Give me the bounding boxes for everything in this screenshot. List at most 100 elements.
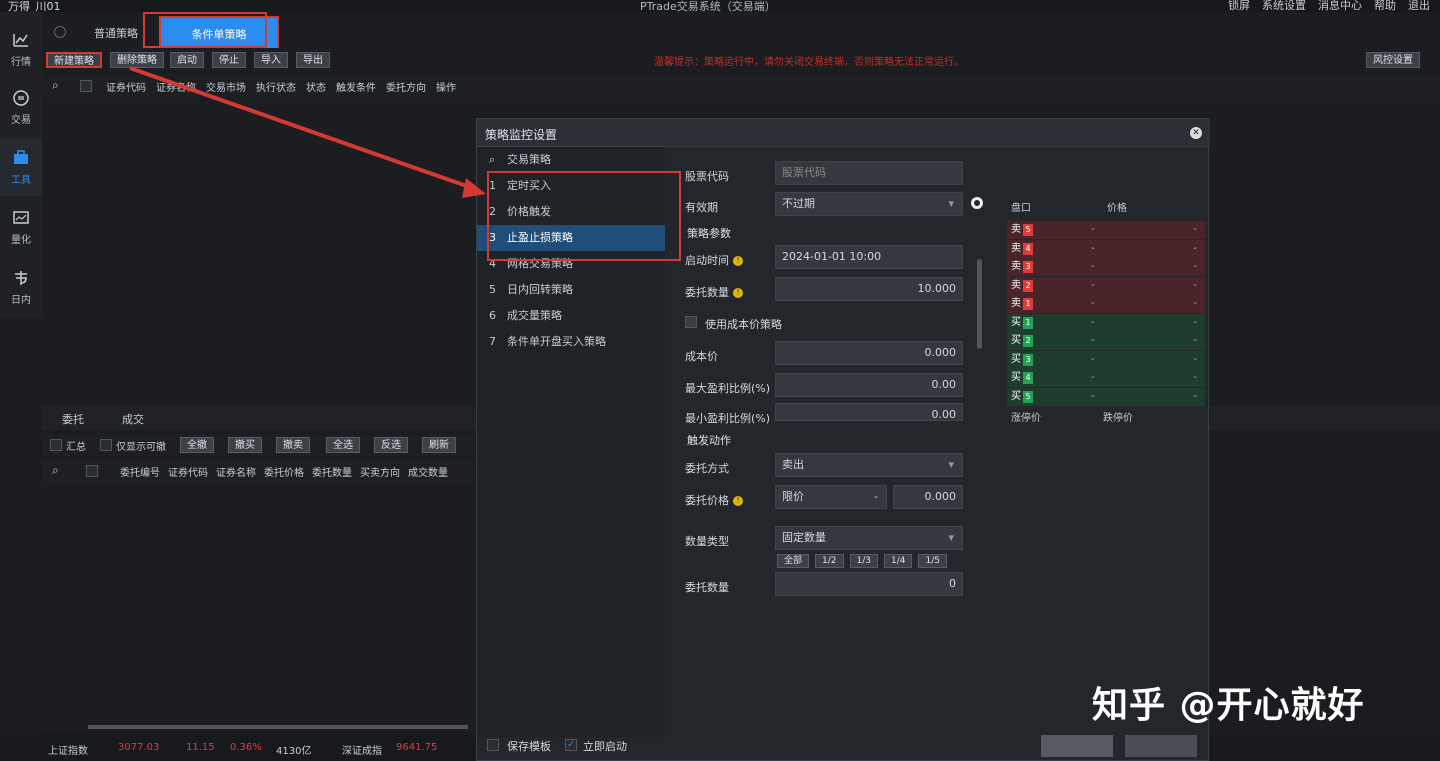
col-market[interactable]: 交易市场 [206,79,246,94]
qty-fifth-button[interactable]: 1/5 [918,554,947,568]
ob-volume: - [1193,390,1197,402]
select-all-checkbox[interactable] [80,80,92,92]
strategy-item-7[interactable]: 7 条件单开盘买入策略 [477,329,665,355]
col-stock-name[interactable]: 证券名称 [156,79,196,94]
select-all-button[interactable]: 全选 [326,437,360,453]
qty-type-select[interactable]: 固定数量 [775,526,963,550]
amount-input[interactable]: 10.000 [775,277,963,301]
max-ratio-input[interactable]: 0.00 [775,373,963,397]
new-strategy-button[interactable]: 新建策略 [46,52,102,68]
qty-all-button[interactable]: 全部 [777,554,810,568]
ob-row[interactable]: 卖2 - - [1007,276,1205,295]
col-action[interactable]: 操作 [436,79,456,94]
nav-item-quant[interactable]: 量化 [0,198,42,256]
start-time-input[interactable]: 2024-01-01 10:00 [775,245,963,269]
ob-row[interactable]: 买4 - - [1007,369,1205,387]
cancel-buy-button[interactable]: 撤买 [228,437,262,453]
ob-level-badge: 1 [1023,298,1033,310]
cancel-all-button[interactable]: 全撤 [180,437,214,453]
nav-item-tools[interactable]: 工具 [0,138,42,196]
col-order-price[interactable]: 委托价格 [264,464,304,479]
export-button[interactable]: 导出 [296,52,330,68]
qty-half-button[interactable]: 1/2 [815,554,844,568]
ob-row[interactable]: 买1 - - [1007,313,1205,332]
ob-row[interactable]: 买3 - - [1007,350,1205,369]
col-filled-qty[interactable]: 成交数量 [408,464,448,479]
info-icon[interactable]: ! [733,496,743,506]
ob-side: 卖 [1011,298,1021,309]
start-button[interactable]: 启动 [170,52,204,68]
start-time-text: 启动时间 [685,254,729,267]
qty-quarter-button[interactable]: 1/4 [883,554,913,568]
cancel-sell-button[interactable]: 撤卖 [276,437,310,453]
info-icon[interactable]: ! [733,288,743,298]
search-icon[interactable]: ⌕ [52,463,59,478]
ob-row[interactable]: 买2 - - [1007,332,1205,350]
import-button[interactable]: 导入 [254,52,288,68]
col-stock-code[interactable]: 证券代码 [106,79,146,94]
strategy-item-5[interactable]: 5 日内回转策略 [477,277,665,303]
cancelable-checkbox[interactable] [100,439,112,451]
summary-checkbox[interactable] [50,439,62,451]
col-exec-status[interactable]: 执行状态 [256,79,296,94]
min-ratio-input[interactable]: 0.00 [775,403,963,421]
tab-radio[interactable] [54,26,66,38]
strategy-item-6[interactable]: 6 成交量策略 [477,303,665,329]
save-template-checkbox[interactable] [487,739,499,751]
use-cost-checkbox[interactable] [685,316,697,328]
ob-row[interactable]: 卖5 - - [1007,221,1205,239]
cost-input[interactable]: 0.000 [775,341,963,365]
cancel-button[interactable] [1125,735,1197,757]
amount-text: 委托数量 [685,286,729,299]
ob-level-label: 卖3 [1011,258,1033,276]
col-order-name[interactable]: 证券名称 [216,464,256,479]
col-order-qty[interactable]: 委托数量 [312,464,352,479]
ob-price: - [1091,353,1095,365]
trade-dir-select[interactable]: 卖出 [775,453,963,477]
nav-item-intraday[interactable]: 日内 [0,258,42,316]
ob-level-badge: 4 [1023,242,1033,255]
tab-orders[interactable]: 委托 [62,411,84,427]
stop-button[interactable]: 停止 [212,52,246,68]
index-value: 3077.03 [118,742,160,753]
refresh-button[interactable]: 刷新 [422,437,456,453]
col-order-id[interactable]: 委托编号 [120,464,160,479]
confirm-button[interactable] [1041,735,1113,757]
col-direction[interactable]: 委托方向 [386,79,426,94]
ob-row[interactable]: 卖4 - - [1007,239,1205,258]
col-order-code[interactable]: 证券代码 [168,464,208,479]
ob-row[interactable]: 卖3 - - [1007,258,1205,276]
col-order-side[interactable]: 买卖方向 [360,464,400,479]
nav-item-trade[interactable]: 交易 [0,78,42,136]
ob-row[interactable]: 买5 - - [1007,387,1205,406]
valid-radio[interactable] [971,197,983,209]
valid-select[interactable]: 不过期 [775,192,963,216]
tab-trades[interactable]: 成交 [122,411,144,427]
invert-select-button[interactable]: 反选 [374,437,408,453]
qty-third-button[interactable]: 1/3 [849,554,878,568]
ob-row[interactable]: 卖1 - - [1007,295,1205,313]
price-input[interactable]: 0.000 [893,485,963,509]
order-select-all[interactable] [86,465,98,477]
strategy-search[interactable]: ⌕ 交易策略 [477,147,665,173]
close-icon[interactable]: ✕ [1190,127,1202,139]
stock-code-input[interactable]: 股票代码 [775,161,963,185]
nav-label-market: 行情 [11,57,31,68]
col-status[interactable]: 状态 [306,79,326,94]
ob-level-label: 买5 [1011,388,1033,406]
col-trigger[interactable]: 触发条件 [336,79,376,94]
search-icon[interactable]: ⌕ [52,78,59,93]
quant-icon [13,211,29,224]
ob-level-label: 卖2 [1011,277,1033,295]
price-type-select[interactable]: 限价 - [775,485,887,509]
tab-normal-strategy[interactable]: 普通策略 [94,22,138,46]
risk-settings-button[interactable]: 风控设置 [1366,52,1420,68]
start-now-checkbox[interactable]: ✓ [565,739,577,751]
qty-input[interactable]: 0 [775,572,963,596]
info-icon[interactable]: ! [733,256,743,266]
nav-item-market[interactable]: 行情 [0,20,42,78]
form-scrollbar[interactable] [977,259,982,349]
ob-volume: - [1193,372,1197,383]
h-scrollbar[interactable] [88,725,468,729]
delete-strategy-button[interactable]: 删除策略 [110,52,164,68]
